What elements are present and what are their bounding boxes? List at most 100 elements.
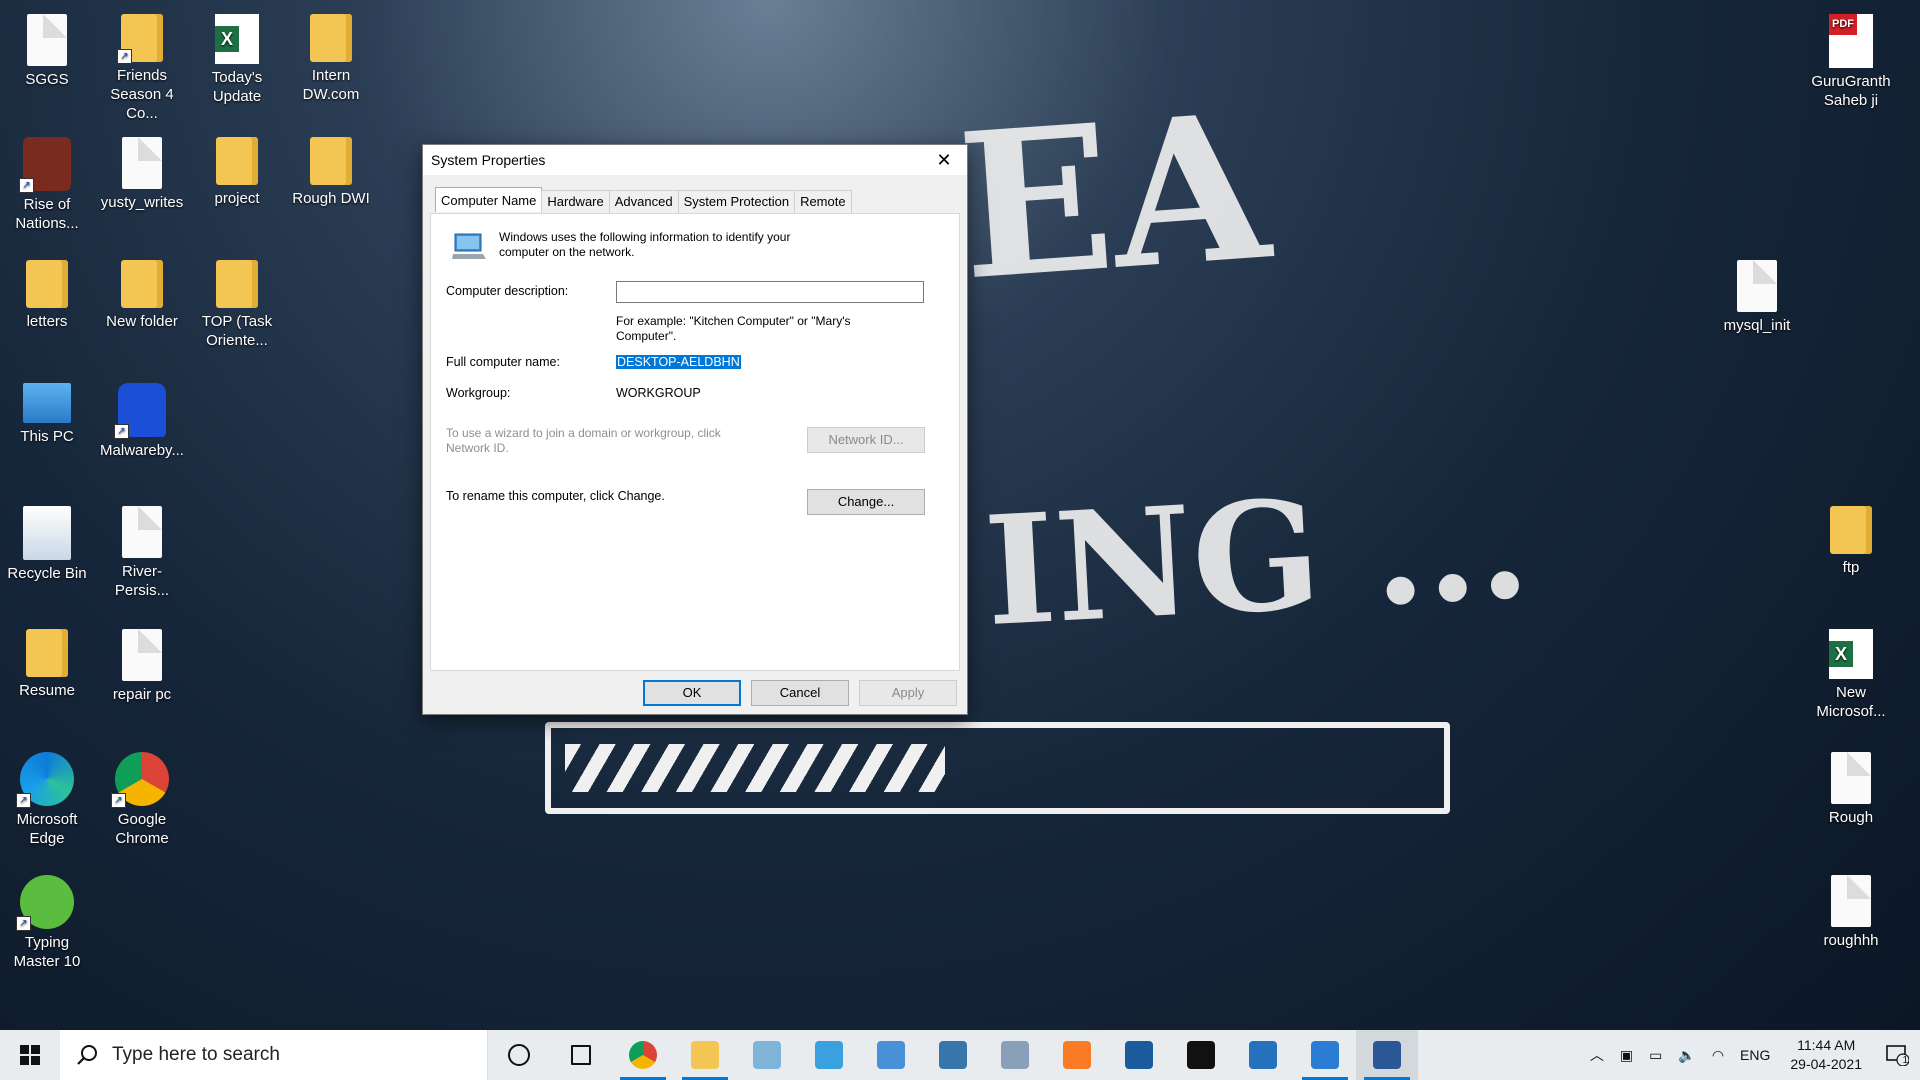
desktop-icon[interactable]: ↗ Microsoft Edge xyxy=(2,746,92,848)
desktop-icon[interactable]: Intern DW.com xyxy=(286,8,376,104)
taskbar-python-button[interactable] xyxy=(922,1030,984,1080)
system-properties-icon xyxy=(1373,1041,1401,1069)
tab-computer-name[interactable]: Computer Name xyxy=(435,187,543,212)
desktop-icon-label: Recycle Bin xyxy=(7,565,87,582)
desktop-icon-label: GuruGranth Saheb ji xyxy=(1811,73,1891,109)
shortcut-arrow-icon: ↗ xyxy=(19,178,34,193)
desktop-icon[interactable]: Recycle Bin xyxy=(2,500,92,583)
folder-icon xyxy=(310,14,352,62)
battery-icon[interactable]: ▭ xyxy=(1641,1047,1670,1064)
computer-description-input[interactable] xyxy=(616,281,924,303)
search-icon xyxy=(77,1045,97,1065)
shortcut-arrow-icon: ↗ xyxy=(16,916,31,931)
workgroup-value[interactable]: WORKGROUP xyxy=(616,386,701,400)
network-id-text: To use a wizard to join a domain or work… xyxy=(446,426,721,455)
desktop-icon[interactable]: X New Microsof... xyxy=(1806,623,1896,721)
malwarebytes-icon: ↗ xyxy=(114,383,166,439)
desktop-icon-label: New Microsof... xyxy=(1816,684,1886,720)
excel-icon: X xyxy=(215,14,259,64)
taskbar-chrome-button[interactable] xyxy=(612,1030,674,1080)
desktop-icon[interactable]: Rough DWI xyxy=(286,131,376,208)
taskbar-notepad-button[interactable] xyxy=(736,1030,798,1080)
taskbar-cortana-button[interactable] xyxy=(488,1030,550,1080)
desktop-icon[interactable]: Resume xyxy=(2,623,92,700)
desktop-icon[interactable]: ↗ Typing Master 10 xyxy=(2,869,92,971)
doc-icon xyxy=(1831,752,1871,804)
app-game-icon: ↗ xyxy=(19,137,71,193)
desktop-icon[interactable]: ↗ Friends Season 4 Co... xyxy=(97,8,187,123)
taskbar-performance-monitor-button[interactable] xyxy=(984,1030,1046,1080)
desktop-icon[interactable]: New folder xyxy=(97,254,187,331)
close-icon[interactable]: ✕ xyxy=(929,150,959,171)
desktop-icon[interactable]: project xyxy=(192,131,282,208)
apply-button[interactable]: Apply xyxy=(859,680,957,706)
full-computer-name-value[interactable]: DESKTOP-AELDBHN xyxy=(616,355,741,369)
taskbar-snipping-tool-button[interactable] xyxy=(798,1030,860,1080)
taskbar-system-properties-button[interactable] xyxy=(1356,1030,1418,1080)
taskbar-virtualbox-button[interactable] xyxy=(1108,1030,1170,1080)
desktop-icon[interactable]: ↗ Rise of Nations... xyxy=(2,131,92,233)
taskbar-control-panel-button[interactable] xyxy=(860,1030,922,1080)
tab-hardware[interactable]: Hardware xyxy=(541,190,610,213)
shortcut-arrow-icon: ↗ xyxy=(117,49,132,64)
desktop-icon[interactable]: roughhh xyxy=(1806,869,1896,950)
doc-icon xyxy=(122,137,162,189)
volume-icon[interactable]: 🔈 xyxy=(1670,1047,1703,1064)
excel-icon: X xyxy=(1829,629,1873,679)
tab-advanced[interactable]: Advanced xyxy=(608,190,679,213)
folder-icon xyxy=(1830,506,1872,554)
cancel-button[interactable]: Cancel xyxy=(751,680,849,706)
desktop-icon[interactable]: Rough xyxy=(1806,746,1896,827)
desktop-icon-label: Google Chrome xyxy=(115,811,169,847)
desktop-icon-label: Resume xyxy=(19,682,75,699)
workgroup-label: Workgroup: xyxy=(446,386,511,400)
clock-date: 29-04-2021 xyxy=(1790,1056,1862,1072)
desktop-icon[interactable]: This PC xyxy=(2,377,92,446)
taskbar-powershell-button[interactable] xyxy=(1232,1030,1294,1080)
task-view-icon xyxy=(571,1045,591,1065)
shortcut-arrow-icon: ↗ xyxy=(16,793,31,808)
taskbar-file-explorer-button[interactable] xyxy=(674,1030,736,1080)
tab-system-protection[interactable]: System Protection xyxy=(677,190,796,213)
change-button[interactable]: Change... xyxy=(807,489,925,515)
shortcut-arrow-icon: ↗ xyxy=(114,424,129,439)
taskbar-xampp-button[interactable] xyxy=(1046,1030,1108,1080)
search-box[interactable]: Type here to search xyxy=(60,1030,488,1080)
desktop-icon[interactable]: PDF GuruGranth Saheb ji xyxy=(1806,8,1896,110)
language-indicator[interactable]: ENG xyxy=(1732,1047,1778,1063)
notification-center-button[interactable]: 1 xyxy=(1874,1030,1920,1080)
desktop-icon[interactable]: ↗ Malwareby... xyxy=(97,377,187,460)
network-id-button[interactable]: Network ID... xyxy=(807,427,925,453)
desktop-icon[interactable]: yusty_writes xyxy=(97,131,187,212)
desktop-icon[interactable]: X Today's Update xyxy=(192,8,282,106)
tab-remote[interactable]: Remote xyxy=(794,190,852,213)
taskbar-photos-button[interactable] xyxy=(1294,1030,1356,1080)
clock[interactable]: 11:44 AM 29-04-2021 xyxy=(1778,1036,1874,1074)
desktop-icon-label: New folder xyxy=(106,313,178,330)
doc-icon xyxy=(27,14,67,66)
notification-count: 1 xyxy=(1902,1055,1908,1066)
desktop-icon[interactable]: TOP (Task Oriente... xyxy=(192,254,282,350)
command-prompt-icon xyxy=(1187,1041,1215,1069)
desktop-icon[interactable]: mysql_init xyxy=(1712,254,1802,335)
desktop-icon-label: TOP (Task Oriente... xyxy=(201,313,273,349)
device-icon[interactable]: ▣ xyxy=(1612,1047,1641,1064)
rename-text: To rename this computer, click Change. xyxy=(446,489,665,503)
doc-icon xyxy=(1737,260,1777,312)
taskbar-task-view-button[interactable] xyxy=(550,1030,612,1080)
desktop-icon[interactable]: River-Persis... xyxy=(97,500,187,600)
dialog-titlebar[interactable]: System Properties ✕ xyxy=(423,145,967,175)
doc-icon xyxy=(122,629,162,681)
taskbar-command-prompt-button[interactable] xyxy=(1170,1030,1232,1080)
desktop-icon-label: ftp xyxy=(1842,559,1860,576)
ok-button[interactable]: OK xyxy=(643,680,741,706)
desktop-icon[interactable]: ftp xyxy=(1806,500,1896,577)
desktop-icon[interactable]: repair pc xyxy=(97,623,187,704)
desktop-icon-label: project xyxy=(214,190,260,207)
start-button[interactable] xyxy=(0,1030,60,1080)
desktop-icon[interactable]: letters xyxy=(2,254,92,331)
desktop-icon[interactable]: SGGS xyxy=(2,8,92,89)
wifi-icon[interactable]: ◠ xyxy=(1704,1047,1732,1064)
show-hidden-icons-chevron-icon[interactable]: ︿ xyxy=(1582,1045,1612,1065)
desktop-icon[interactable]: ↗ Google Chrome xyxy=(97,746,187,848)
